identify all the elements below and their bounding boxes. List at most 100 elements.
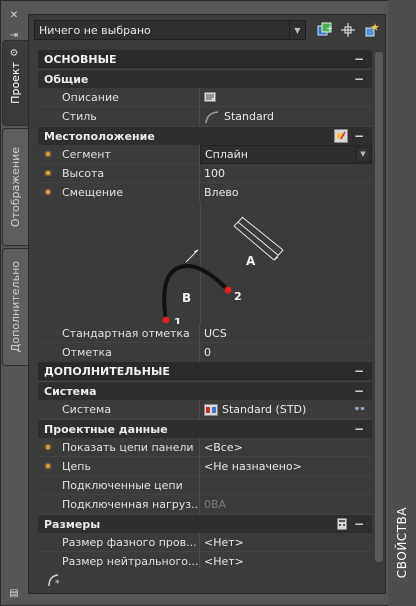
property-connected-load[interactable]: Подключенная нагруз... 0ВА	[38, 495, 372, 514]
category-basic[interactable]: ОСНОВНЫЕ −	[38, 50, 372, 69]
close-icon[interactable]: ✕	[0, 8, 28, 22]
group-location[interactable]: Местоположение −	[38, 126, 372, 145]
tab-extra[interactable]: Дополнительно	[2, 248, 28, 366]
property-height[interactable]: ✷ Высота 100	[38, 163, 372, 183]
collapse-icon[interactable]: −	[354, 423, 364, 435]
select-objects-button[interactable]	[338, 20, 358, 40]
property-label: Описание	[58, 87, 200, 107]
property-mark[interactable]: Отметка 0	[38, 343, 372, 362]
tab-display-label: Отображение	[9, 146, 22, 228]
style-value: Standard	[224, 110, 275, 123]
required-star-icon: ✷	[43, 459, 53, 473]
group-design-data[interactable]: Проектные данные −	[38, 419, 372, 438]
property-value[interactable]: Standard	[200, 107, 372, 126]
property-segment[interactable]: ✷ Сегмент Сплайн ▼	[38, 144, 372, 164]
phase-size-value[interactable]: <Нет>	[200, 533, 372, 552]
quick-select-icon	[365, 23, 379, 37]
autohide-icon[interactable]: ⇥	[0, 28, 28, 42]
start-point-icon	[162, 316, 170, 324]
group-system-title: Система	[44, 384, 97, 398]
group-system[interactable]: Система −	[38, 381, 372, 400]
group-location-title: Местоположение	[44, 129, 155, 143]
collapse-icon[interactable]: −	[354, 385, 364, 397]
chevron-down-icon[interactable]: ▼	[356, 147, 370, 162]
segment-value: Сплайн	[205, 147, 248, 161]
gear-icon[interactable]: ⚙	[0, 46, 28, 60]
offset-diagram: A B 1 2	[162, 216, 284, 324]
toggle-pickadd-button[interactable]: +	[314, 20, 334, 40]
property-std-mark[interactable]: Стандартная отметка UCS	[38, 323, 372, 343]
calculator-icon[interactable]	[336, 518, 348, 530]
end-point-icon	[224, 286, 232, 294]
system-value-cell[interactable]: Standard (STD) 👓	[200, 400, 372, 419]
location-diagram: A B 1 2	[38, 202, 372, 324]
segment-select[interactable]: Сплайн ▼	[200, 144, 372, 164]
property-label: Подключенные цепи	[58, 475, 200, 495]
property-phase-size[interactable]: Размер фазного пров... <Нет>	[38, 532, 372, 552]
selection-value: Ничего не выбрано	[39, 23, 151, 37]
svg-text:+: +	[326, 24, 332, 33]
circuit-value[interactable]: <Не назначено>	[200, 457, 372, 476]
tab-project-label: Проект	[9, 62, 22, 104]
property-neutral-size[interactable]: Размер нейтрального... <Нет>	[38, 552, 372, 568]
scrollbar[interactable]	[374, 50, 384, 568]
category-additional-title: ДОПОЛНИТЕЛЬНЫЕ	[44, 364, 170, 378]
show-circuits-value[interactable]: <Все>	[200, 438, 372, 457]
property-label: Отметка	[58, 343, 200, 362]
location-edit-icon[interactable]	[334, 129, 348, 143]
collapse-icon[interactable]: −	[354, 365, 364, 377]
neutral-size-value[interactable]: <Нет>	[200, 552, 372, 568]
tab-extra-label: Дополнительно	[9, 261, 22, 353]
connected-circuits-value[interactable]	[200, 476, 372, 495]
collapse-icon[interactable]: −	[354, 130, 364, 142]
property-list: ОСНОВНЫЕ − Общие − Описание Стиль Standa…	[38, 50, 372, 568]
group-general-title: Общие	[44, 72, 89, 86]
property-connected-circuits[interactable]: Подключенные цепи	[38, 475, 372, 495]
system-value: Standard (STD)	[222, 403, 307, 416]
scrollbar-thumb[interactable]	[375, 52, 383, 562]
category-additional[interactable]: ДОПОЛНИТЕЛЬНЫЕ −	[38, 362, 372, 381]
tab-display[interactable]: Отображение	[2, 128, 28, 246]
property-label: Стиль	[58, 107, 200, 126]
property-description[interactable]: Описание	[38, 87, 372, 107]
diagram-label-b: B	[182, 291, 191, 305]
property-label: Система	[58, 400, 200, 419]
binoculars-icon[interactable]: 👓	[354, 400, 366, 419]
property-label: Высота	[58, 163, 200, 183]
selection-dropdown[interactable]: Ничего не выбрано ▼	[34, 20, 306, 40]
description-icon	[204, 92, 216, 102]
collapse-icon[interactable]: −	[354, 518, 364, 530]
property-offset[interactable]: ✷ Смещение Влево	[38, 183, 372, 202]
svg-text:*: *	[55, 579, 60, 588]
mark-value[interactable]: 0	[200, 343, 372, 362]
toggle-pickadd-icon: +	[317, 22, 332, 36]
property-value[interactable]	[200, 88, 372, 107]
chevron-down-icon[interactable]: ▼	[289, 21, 305, 39]
property-label: Сегмент	[58, 144, 200, 164]
property-label: Стандартная отметка	[58, 323, 200, 343]
property-system[interactable]: Система Standard (STD) 👓	[38, 400, 372, 419]
property-style[interactable]: Стиль Standard	[38, 107, 372, 126]
collapse-icon[interactable]: −	[354, 73, 364, 85]
required-star-icon: ✷	[43, 147, 53, 161]
group-design-data-title: Проектные данные	[44, 422, 168, 436]
category-basic-title: ОСНОВНЫЕ	[44, 52, 117, 66]
crosshair-icon	[341, 23, 355, 37]
property-show-circuits[interactable]: ✷ Показать цепи панели <Все>	[38, 437, 372, 457]
quick-select-button[interactable]	[362, 20, 382, 40]
property-label: Подключенная нагруз...	[58, 495, 200, 514]
style-preview-icon	[205, 110, 219, 123]
group-sizes[interactable]: Размеры −	[38, 514, 372, 533]
palette-menu-icon[interactable]: ▤	[0, 586, 28, 600]
palette-title: СВОЙСТВА	[390, 505, 414, 581]
collapse-icon[interactable]: −	[354, 53, 364, 65]
group-general[interactable]: Общие −	[38, 69, 372, 88]
property-circuit[interactable]: ✷ Цепь <Не назначено>	[38, 456, 372, 476]
group-sizes-title: Размеры	[44, 517, 101, 531]
add-object-icon[interactable]: *	[44, 570, 64, 590]
std-mark-value[interactable]: UCS	[200, 324, 372, 343]
offset-param-icon: ✷	[43, 186, 53, 199]
property-label: Размер нейтрального...	[58, 552, 200, 568]
height-value[interactable]: 100	[200, 164, 372, 183]
offset-value[interactable]: Влево	[200, 183, 372, 202]
